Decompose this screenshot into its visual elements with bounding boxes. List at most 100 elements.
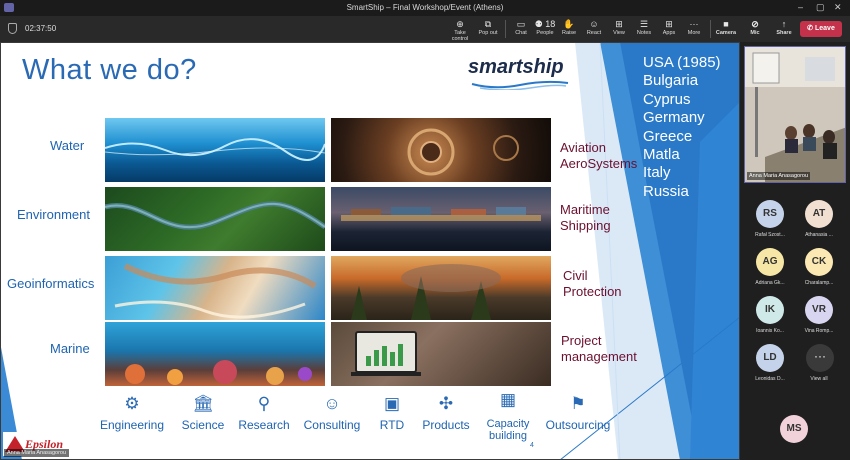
service-consulting: ☺ Consulting [300, 394, 364, 432]
countries-list: USA (1985) Bulgaria Cyprus Germany Greec… [643, 54, 721, 201]
country-item: Cyprus [643, 90, 691, 108]
meeting-timer: 02:37:50 [25, 24, 57, 33]
take-control-icon: ⊕ [456, 19, 464, 29]
more-icon: ··· [689, 19, 699, 29]
mic-button[interactable]: ⊘ Mic [741, 18, 769, 40]
view-button[interactable]: ⊞ View [605, 18, 633, 40]
toolbar-divider [505, 20, 506, 38]
service-science: 🏛 Science [178, 394, 228, 432]
service-products: ✣ Products [420, 394, 472, 432]
notes-button[interactable]: ☰ Notes [630, 18, 658, 40]
products-icon: ✣ [438, 394, 454, 413]
label-maritime: Maritime Shipping [560, 202, 611, 233]
raise-hand-icon: ✋ [563, 19, 575, 29]
more-button[interactable]: ··· More [680, 18, 708, 40]
avatar[interactable]: VR [805, 296, 833, 324]
avatar[interactable]: RS [756, 200, 784, 228]
service-outsourcing: ⚑ Outsourcing [542, 394, 614, 432]
participant-name: Charalamp... [804, 280, 834, 286]
maximize-icon[interactable]: ▢ [816, 2, 825, 13]
country-item: Russia [643, 182, 689, 200]
marine-image [105, 322, 325, 386]
service-research: ⚲ Research [236, 394, 292, 432]
view-icon: ⊞ [615, 19, 623, 29]
participant-name: Leonidas D... [755, 376, 785, 382]
shared-screen: What we do? smartship USA (1985) Bulgari… [0, 42, 740, 460]
notes-icon: ☰ [639, 19, 649, 29]
camera-icon: ■ [723, 19, 729, 29]
label-marine: Marine [50, 341, 90, 356]
apps-button[interactable]: ⊞ Apps [655, 18, 683, 40]
pop-out-button[interactable]: ⧉ Pop out [474, 18, 502, 40]
country-item: Matla [643, 146, 680, 164]
geoinformatics-image [105, 256, 325, 320]
label-environment: Environment [17, 207, 90, 222]
view-all-label[interactable]: View all [796, 376, 842, 382]
water-image [105, 118, 325, 182]
participant-name: Rafał Szost... [755, 232, 785, 238]
smartship-logo: smartship [468, 56, 564, 78]
share-button[interactable]: ↑ Share [770, 18, 798, 40]
meeting-room-video [745, 47, 845, 182]
avatar[interactable]: AT [805, 200, 833, 228]
pop-out-icon: ⧉ [484, 19, 492, 29]
avatar[interactable]: IK [756, 296, 784, 324]
take-control-button[interactable]: ⊕ Take control [446, 18, 474, 42]
science-icon: 🏛 [192, 394, 214, 413]
country-item: Bulgaria [643, 72, 699, 90]
participant-name: Athanasia ... [805, 232, 833, 238]
avatar[interactable]: CK [805, 248, 833, 276]
outsourcing-icon: ⚑ [570, 394, 586, 413]
leave-button[interactable]: ✆ Leave [800, 21, 842, 37]
label-aviation: Aviation AeroSystems [560, 140, 638, 171]
slide-title: What we do? [22, 54, 197, 86]
participant-name: Adriana Gk... [755, 280, 785, 286]
avatar[interactable]: AG [756, 248, 784, 276]
more-icon: ··· [814, 349, 826, 363]
shield-icon [8, 23, 17, 34]
environment-image [105, 187, 325, 251]
avatar[interactable]: MS [780, 415, 808, 443]
toolbar-divider [710, 20, 711, 38]
minimize-icon[interactable]: – [798, 2, 803, 12]
title-bar: SmartShip – Final Workshop/Event (Athens… [0, 0, 850, 16]
raise-hand-button[interactable]: ✋ Raise [555, 18, 583, 40]
service-capacity-building: ▦ Capacity building [482, 390, 534, 442]
label-civil-protection: Civil Protection [563, 268, 622, 299]
mic-off-icon: ⊘ [751, 19, 759, 29]
logo-wave-icon [471, 80, 569, 90]
participant-name: Vina Romp... [804, 328, 834, 334]
camera-button[interactable]: ■ Camera [712, 18, 740, 40]
participant-video-tile[interactable]: Anna Maria Anasagorou [744, 46, 846, 183]
view-all-button[interactable]: ··· [806, 344, 834, 372]
country-item: USA (1985) [643, 54, 721, 71]
react-icon: ☺ [589, 19, 599, 29]
avatar[interactable]: LD [756, 344, 784, 372]
maritime-image [331, 187, 551, 251]
service-engineering: ⚙ Engineering [97, 394, 167, 432]
close-icon[interactable]: ✕ [834, 2, 842, 13]
label-geoinformatics: Geoinformatics [7, 276, 95, 291]
country-item: Germany [643, 109, 705, 127]
country-item: Italy [643, 164, 671, 182]
slide-page-number: 4 [530, 442, 534, 449]
engineering-icon: ⚙ [124, 394, 140, 413]
meeting-toolbar: 02:37:50 ⊕ Take control ⧉ Pop out ▭ Chat ⚉ … [0, 16, 850, 42]
civil-protection-image [331, 256, 551, 320]
service-rtd: ▣ RTD [372, 394, 412, 432]
project-management-image [331, 322, 551, 386]
consulting-icon: ☺ [323, 394, 341, 413]
share-icon: ↑ [781, 19, 787, 29]
label-water: Water [50, 138, 85, 153]
react-button[interactable]: ☺ React [580, 18, 608, 40]
rtd-icon: ▣ [383, 394, 401, 413]
apps-icon: ⊞ [665, 19, 673, 29]
label-project-management: Project management [561, 333, 637, 364]
video-participant-name: Anna Maria Anasagorou [747, 172, 811, 180]
country-item: Greece [643, 127, 693, 145]
phone-hangup-icon: ✆ [807, 25, 814, 32]
aviation-image [331, 118, 551, 182]
research-icon: ⚲ [257, 394, 271, 413]
capacity-building-icon: ▦ [499, 390, 517, 409]
participant-name: Ioannis Ko... [756, 328, 784, 334]
